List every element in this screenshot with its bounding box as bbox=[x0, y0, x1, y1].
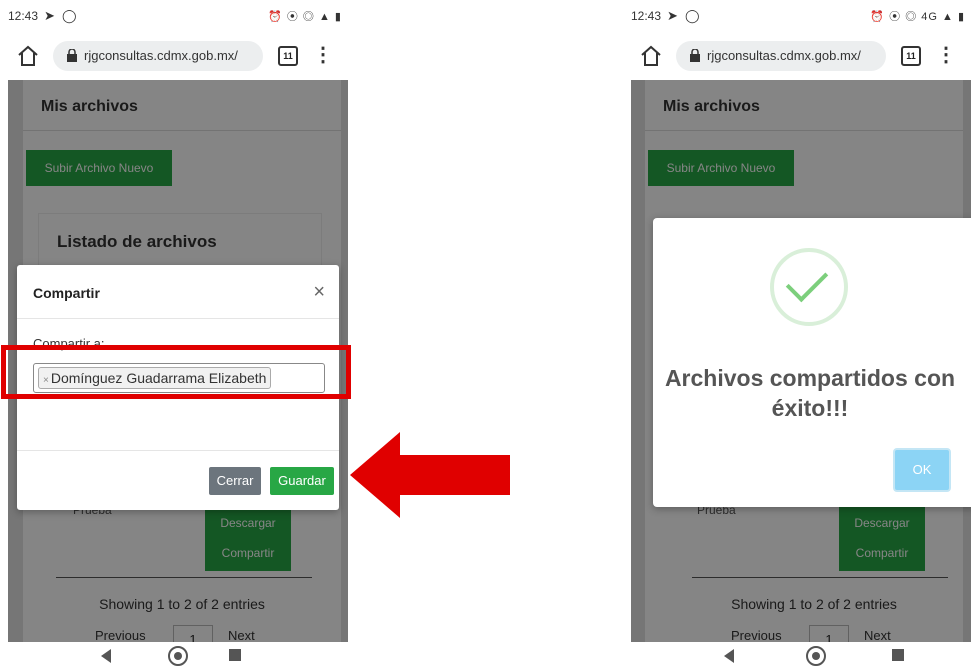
android-nav-bar bbox=[8, 642, 348, 670]
telegram-icon: ➤ bbox=[44, 8, 55, 23]
divider bbox=[17, 450, 339, 451]
whatsapp-icon: ◯ bbox=[685, 8, 700, 23]
status-bar: 12:43 ➤ ◯ ⏰ ⦿ ◎ ▲ ▮ bbox=[8, 0, 348, 32]
lock-icon bbox=[690, 49, 700, 62]
ok-button[interactable]: OK bbox=[893, 448, 951, 492]
lock-icon bbox=[67, 49, 77, 62]
home-circle-icon[interactable] bbox=[806, 646, 826, 666]
highlight-rectangle bbox=[1, 345, 351, 399]
android-nav-bar bbox=[631, 642, 971, 670]
recent-apps-icon[interactable] bbox=[892, 649, 904, 661]
status-icons: ⏰ ⦿ ◎ ▲ ▮ bbox=[268, 11, 342, 23]
divider bbox=[17, 318, 339, 319]
success-dialog: Archivos compartidos con éxito!!! OK bbox=[653, 218, 971, 507]
back-icon[interactable] bbox=[101, 649, 111, 663]
tabs-count-icon[interactable]: 11 bbox=[278, 46, 298, 66]
success-message: Archivos compartidos con éxito!!! bbox=[664, 365, 956, 421]
success-check-icon bbox=[770, 248, 848, 326]
status-time: 12:43 bbox=[631, 9, 662, 23]
phone-screen-left: 12:43 ➤ ◯ ⏰ ⦿ ◎ ▲ ▮ rjgconsultas.cdmx.go… bbox=[8, 0, 348, 670]
url-text: rjgconsultas.cdmx.gob.mx/ bbox=[707, 48, 861, 63]
close-icon[interactable]: × bbox=[313, 281, 325, 304]
more-menu-icon[interactable]: ⋮ bbox=[936, 44, 956, 66]
modal-title: Compartir bbox=[33, 285, 100, 301]
more-menu-icon[interactable]: ⋮ bbox=[313, 44, 333, 66]
address-bar[interactable]: rjgconsultas.cdmx.gob.mx/ bbox=[676, 41, 886, 71]
red-arrow-icon bbox=[350, 432, 510, 518]
address-bar[interactable]: rjgconsultas.cdmx.gob.mx/ bbox=[53, 41, 263, 71]
browser-toolbar: rjgconsultas.cdmx.gob.mx/ 11 ⋮ bbox=[8, 32, 348, 80]
home-icon[interactable] bbox=[16, 44, 40, 68]
url-text: rjgconsultas.cdmx.gob.mx/ bbox=[84, 48, 238, 63]
status-bar: 12:43 ➤ ◯ ⏰ ⦿ ◎ 4G ▲ ▮ bbox=[631, 0, 971, 32]
back-icon[interactable] bbox=[724, 649, 734, 663]
recent-apps-icon[interactable] bbox=[229, 649, 241, 661]
whatsapp-icon: ◯ bbox=[62, 8, 77, 23]
tabs-count-icon[interactable]: 11 bbox=[901, 46, 921, 66]
status-time: 12:43 bbox=[8, 9, 39, 23]
home-icon[interactable] bbox=[639, 44, 663, 68]
home-circle-icon[interactable] bbox=[168, 646, 188, 666]
save-button[interactable]: Guardar bbox=[270, 467, 334, 495]
browser-toolbar: rjgconsultas.cdmx.gob.mx/ 11 ⋮ bbox=[631, 32, 971, 80]
checkmark-icon bbox=[785, 259, 829, 303]
status-icons: ⏰ ⦿ ◎ 4G ▲ ▮ bbox=[870, 11, 965, 23]
close-button[interactable]: Cerrar bbox=[209, 467, 261, 495]
telegram-icon: ➤ bbox=[667, 8, 678, 23]
phone-screen-right: 12:43 ➤ ◯ ⏰ ⦿ ◎ 4G ▲ ▮ rjgconsultas.cdmx… bbox=[631, 0, 971, 670]
